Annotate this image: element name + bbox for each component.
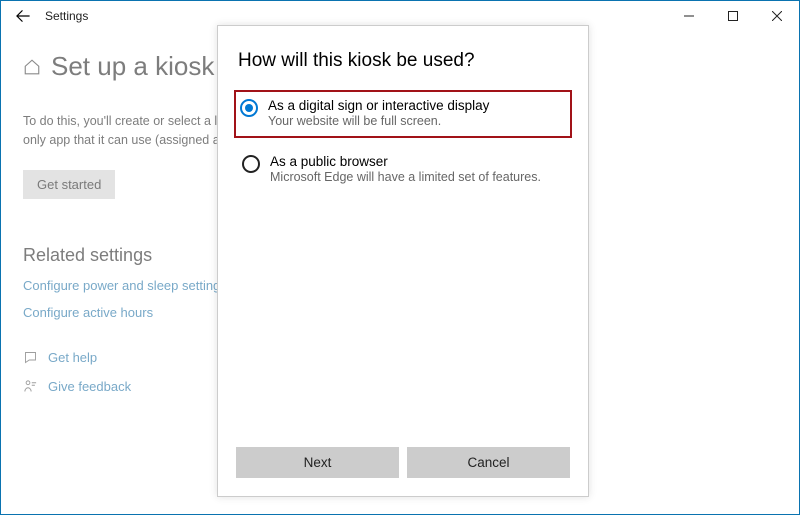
- next-button[interactable]: Next: [236, 447, 399, 478]
- page-title: Set up a kiosk: [51, 51, 214, 82]
- minimize-button[interactable]: [667, 1, 711, 31]
- back-arrow-icon: [16, 9, 30, 23]
- radio-text: As a digital sign or interactive display…: [268, 98, 489, 128]
- maximize-button[interactable]: [711, 1, 755, 31]
- give-feedback-label: Give feedback: [48, 379, 131, 394]
- dialog-title: How will this kiosk be used?: [238, 50, 568, 72]
- dialog-footer: Next Cancel: [218, 433, 588, 496]
- radio-option-public-browser[interactable]: As a public browser Microsoft Edge will …: [238, 148, 568, 192]
- get-started-button[interactable]: Get started: [23, 170, 115, 199]
- back-button[interactable]: [9, 2, 37, 30]
- get-help-label: Get help: [48, 350, 97, 365]
- chat-icon: [23, 350, 38, 365]
- window-controls: [667, 1, 799, 31]
- radio-option-subtitle: Your website will be full screen.: [268, 114, 489, 128]
- window-title: Settings: [45, 9, 88, 23]
- feedback-icon: [23, 379, 38, 394]
- radio-button-icon: [240, 99, 258, 117]
- radio-option-title: As a public browser: [270, 154, 541, 169]
- cancel-button[interactable]: Cancel: [407, 447, 570, 478]
- close-button[interactable]: [755, 1, 799, 31]
- close-icon: [772, 11, 782, 21]
- radio-text: As a public browser Microsoft Edge will …: [270, 154, 541, 184]
- radio-option-digital-sign[interactable]: As a digital sign or interactive display…: [234, 90, 572, 138]
- minimize-icon: [684, 11, 694, 21]
- dialog-content: How will this kiosk be used? As a digita…: [218, 26, 588, 433]
- radio-option-title: As a digital sign or interactive display: [268, 98, 489, 113]
- maximize-icon: [728, 11, 738, 21]
- kiosk-usage-dialog: How will this kiosk be used? As a digita…: [217, 25, 589, 497]
- home-icon: [23, 58, 41, 76]
- radio-option-subtitle: Microsoft Edge will have a limited set o…: [270, 170, 541, 184]
- radio-button-icon: [242, 155, 260, 173]
